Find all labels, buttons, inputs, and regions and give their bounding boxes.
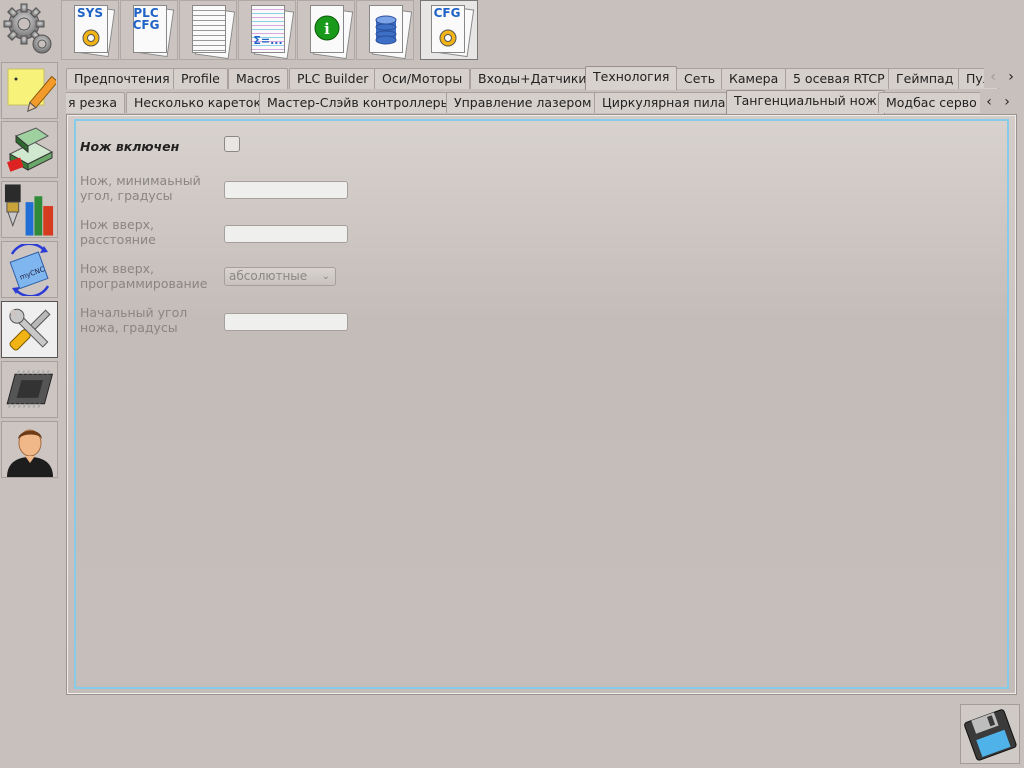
knife-enabled-checkbox[interactable] bbox=[224, 136, 240, 152]
note-pencil-icon bbox=[7, 68, 56, 112]
knife-enabled-label: Нож включен bbox=[80, 139, 180, 154]
floppy-disk-icon bbox=[964, 709, 1017, 761]
tab-multiple-carriages[interactable]: Несколько кареток bbox=[126, 92, 270, 113]
text-document-button[interactable] bbox=[179, 0, 237, 60]
tab-preferences[interactable]: Предпочтения bbox=[66, 68, 178, 89]
tools-library-button[interactable] bbox=[1, 181, 58, 238]
formula-label: Σ=... bbox=[253, 34, 283, 47]
tab-master-slave[interactable]: Мастер-Слэйв контроллеры bbox=[259, 92, 459, 113]
start-angle-label: Начальный угол ножа, градусы bbox=[80, 305, 188, 335]
user-icon bbox=[6, 429, 53, 477]
books-icon bbox=[6, 126, 53, 172]
user-profile-button[interactable] bbox=[1, 421, 58, 478]
tab-inputs-sensors[interactable]: Входы+Датчики bbox=[470, 68, 595, 89]
start-angle-input[interactable] bbox=[224, 313, 348, 331]
hardware-button[interactable] bbox=[1, 361, 58, 418]
info-document-button[interactable]: i bbox=[297, 0, 355, 60]
tab-profile[interactable]: Profile bbox=[173, 68, 228, 89]
notes-button[interactable] bbox=[1, 62, 58, 119]
tab-content-panel: Нож включен Нож, минимаьный угол, градус… bbox=[66, 114, 1017, 695]
tab-row-secondary: я резка Несколько кареток Мастер-Слэйв к… bbox=[66, 90, 1024, 114]
subtab-scroll-left-button[interactable]: ‹ bbox=[980, 91, 998, 113]
tab-tangential-knife[interactable]: Тангенциальный нож bbox=[726, 90, 885, 114]
mycnc-refresh-icon: myCNC bbox=[9, 243, 49, 296]
subtab-scroll-right-button[interactable]: › bbox=[998, 91, 1016, 113]
chevron-left-icon: ‹ bbox=[986, 94, 992, 110]
tab-plc-builder[interactable]: PLC Builder bbox=[289, 68, 377, 89]
sys-label: SYS bbox=[77, 6, 103, 20]
up-programming-select[interactable]: абсолютные ⌄ bbox=[224, 267, 336, 286]
tab-macros[interactable]: Macros bbox=[228, 68, 289, 89]
wrench-screwdriver-icon bbox=[8, 308, 51, 350]
min-angle-input[interactable] bbox=[224, 181, 348, 199]
left-toolbar: myCNC bbox=[0, 0, 60, 768]
tab-modbus-servo[interactable]: Модбас серво bbox=[878, 92, 985, 113]
tab-row-primary: Предпочтения Profile Macros PLC Builder … bbox=[66, 66, 1024, 90]
tab-5axis-rtcp[interactable]: 5 осевая RTCP bbox=[785, 68, 893, 89]
chevron-right-icon: › bbox=[1004, 94, 1010, 110]
up-programming-value: абсолютные bbox=[229, 269, 308, 283]
up-programming-label: Нож вверх, программирование bbox=[80, 261, 208, 291]
tab-scroll-right-button[interactable]: › bbox=[1002, 66, 1020, 88]
tab-technology[interactable]: Технология bbox=[585, 66, 678, 90]
tab-gamepad[interactable]: Геймпад bbox=[888, 68, 962, 89]
tab-camera[interactable]: Камера bbox=[721, 68, 787, 89]
svg-text:i: i bbox=[324, 20, 330, 38]
up-distance-label: Нож вверх, расстояние bbox=[80, 217, 156, 247]
chevron-right-icon: › bbox=[1008, 69, 1014, 85]
plc-config-button[interactable]: PLC CFG bbox=[120, 0, 178, 60]
tab-scroll-left-button[interactable]: ‹ bbox=[984, 66, 1002, 88]
chip-icon bbox=[6, 369, 54, 408]
save-button[interactable] bbox=[960, 704, 1020, 764]
tab-laser-control[interactable]: Управление лазером bbox=[446, 92, 600, 113]
tools-library-icon bbox=[4, 183, 54, 236]
settings-gears-button[interactable] bbox=[1, 0, 58, 57]
chevron-left-icon: ‹ bbox=[990, 69, 996, 85]
books-button[interactable] bbox=[1, 121, 58, 178]
tab-network[interactable]: Сеть bbox=[676, 68, 724, 89]
mycnc-sync-button[interactable]: myCNC bbox=[1, 241, 58, 298]
plc-cfg-label: PLC CFG bbox=[132, 6, 160, 32]
formula-document-button[interactable]: Σ=... bbox=[238, 0, 296, 60]
min-angle-label: Нож, минимаьный угол, градусы bbox=[80, 173, 201, 203]
tab-axes-motors[interactable]: Оси/Моторы bbox=[374, 68, 471, 89]
settings-gears-icon bbox=[3, 3, 51, 53]
database-button[interactable] bbox=[356, 0, 414, 60]
tab-circular-saw[interactable]: Циркулярная пила bbox=[594, 92, 734, 113]
tab-cutting-partial[interactable]: я резка bbox=[66, 92, 125, 113]
cfg-label: CFG bbox=[433, 6, 461, 20]
tangential-knife-settings: Нож включен Нож, минимаьный угол, градус… bbox=[74, 119, 1009, 689]
cfg-config-button[interactable]: CFG bbox=[420, 0, 478, 60]
up-distance-input[interactable] bbox=[224, 225, 348, 243]
chevron-down-icon: ⌄ bbox=[321, 271, 330, 282]
settings-tools-button[interactable] bbox=[1, 301, 58, 358]
sys-config-button[interactable]: SYS bbox=[61, 0, 119, 60]
